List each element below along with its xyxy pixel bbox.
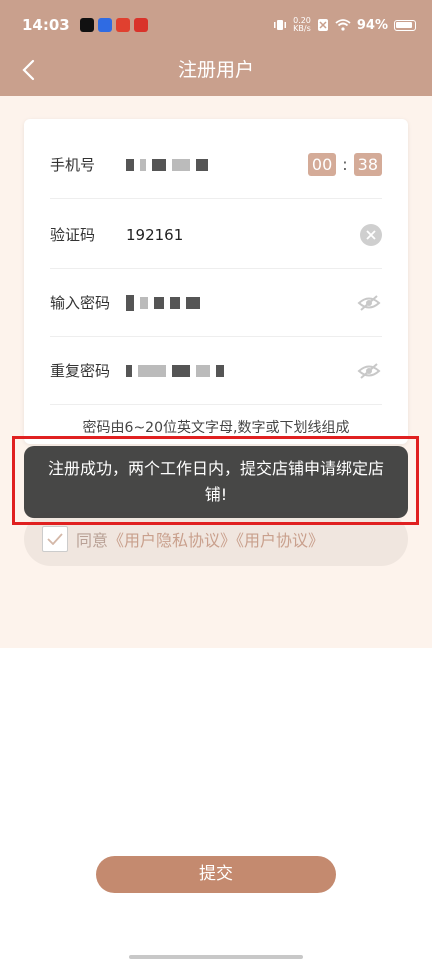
masked-text — [140, 159, 146, 171]
tiktok-icon — [79, 18, 94, 32]
phone-label: 手机号 — [50, 156, 96, 174]
masked-text — [196, 365, 210, 377]
masked-text — [154, 297, 164, 309]
masked-text — [126, 159, 134, 171]
app-icon-2 — [115, 18, 130, 32]
toggle-confirm-visibility[interactable] — [356, 360, 382, 382]
masked-text — [216, 365, 224, 377]
phone-input[interactable] — [126, 156, 308, 174]
masked-text — [126, 365, 132, 377]
masked-text — [152, 159, 166, 171]
net-speed: 0.20 KB/s — [293, 16, 311, 33]
check-icon — [47, 533, 63, 545]
masked-text — [196, 159, 208, 171]
close-icon — [366, 229, 376, 240]
vibrate-icon — [274, 20, 287, 30]
status-bar: 14:03 0.20 KB/s 94% — [0, 0, 432, 50]
eye-off-icon — [357, 294, 381, 311]
agree-prefix: 同意 — [76, 531, 109, 550]
wifi-icon — [335, 19, 351, 31]
confirm-password-label: 重复密码 — [50, 362, 111, 380]
masked-text — [140, 297, 148, 309]
timer-seconds: 38 — [353, 153, 382, 176]
confirm-password-row: 重复密码 — [50, 337, 382, 405]
highlight-box — [12, 436, 419, 525]
code-input[interactable]: 192161 — [126, 226, 360, 244]
masked-text — [170, 297, 180, 309]
sim-off-icon — [317, 19, 328, 31]
countdown-timer: 00 : 38 — [307, 153, 382, 176]
status-time: 14:03 — [22, 16, 70, 34]
back-button[interactable] — [14, 56, 42, 84]
toggle-password-visibility[interactable] — [356, 292, 382, 314]
code-row: 验证码 192161 — [50, 201, 382, 269]
phone-row: 手机号 00 : 38 — [50, 131, 382, 199]
battery-percent: 94% — [356, 17, 388, 33]
agreement-text: 同意《用户隐私协议》《用户协议》 — [76, 527, 324, 551]
masked-text — [126, 295, 134, 311]
password-input[interactable] — [126, 294, 356, 312]
privacy-policy-link[interactable]: 《用户隐私协议》 — [108, 531, 236, 550]
confirm-password-input[interactable] — [126, 362, 356, 380]
eye-off-icon — [357, 362, 381, 379]
clear-button[interactable] — [360, 223, 382, 246]
chevron-left-icon — [22, 59, 35, 81]
agree-checkbox[interactable] — [42, 526, 68, 552]
register-form-card: 手机号 00 : 38 验证码 192161 输入密码 重复密码 密码由6~20… — [24, 119, 408, 444]
masked-text — [172, 159, 190, 171]
code-label: 验证码 — [50, 226, 96, 244]
password-label: 输入密码 — [50, 294, 111, 312]
header-bar: 14:03 0.20 KB/s 94% 注册用户 — [0, 0, 432, 96]
shop-app-icon — [133, 18, 148, 32]
timer-minutes: 00 — [307, 153, 337, 176]
home-indicator[interactable] — [129, 955, 303, 959]
password-hint: 密码由6~20位英文字母,数字或下划线组成 — [82, 420, 350, 436]
app-icon — [97, 18, 112, 32]
password-row: 输入密码 — [50, 269, 382, 337]
user-agreement-link[interactable]: 《用户协议》 — [236, 531, 324, 550]
masked-text — [138, 365, 166, 377]
page-title: 注册用户 — [177, 59, 254, 81]
submit-button[interactable]: 提交 — [96, 856, 336, 893]
timer-colon: : — [342, 155, 348, 174]
masked-text — [186, 297, 200, 309]
battery-icon — [394, 19, 416, 31]
masked-text — [172, 365, 190, 377]
